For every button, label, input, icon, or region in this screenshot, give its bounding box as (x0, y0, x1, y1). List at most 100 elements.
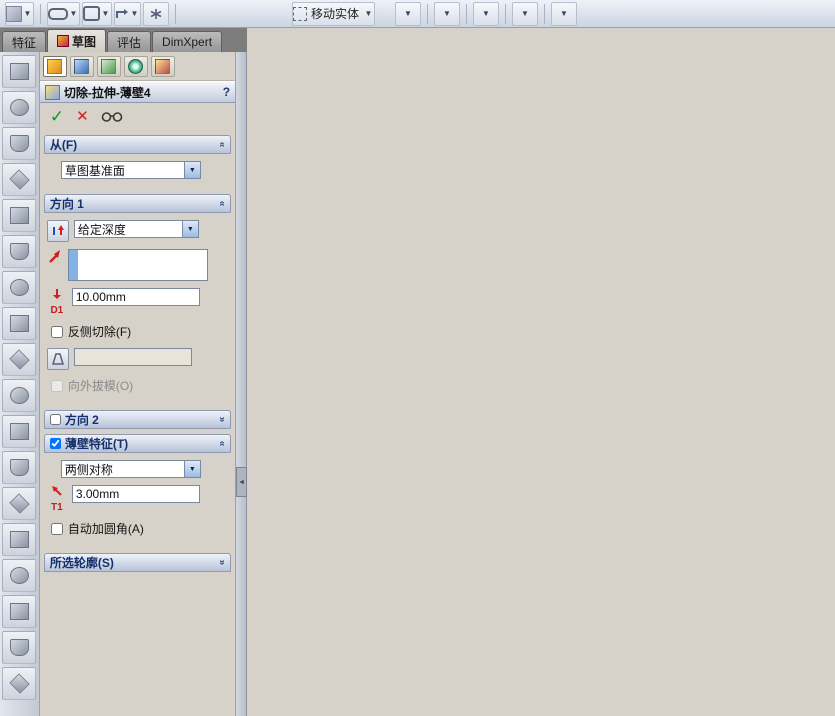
toolbar-separator (427, 3, 429, 24)
left-toolbar-button[interactable] (2, 199, 37, 232)
dropdown-button[interactable]: ▼ (551, 1, 578, 26)
expand-chevron-icon: « (216, 559, 228, 566)
combo-arrow[interactable]: ▼ (181, 221, 198, 237)
feature-icon (9, 603, 29, 620)
section-label: 方向 1 (49, 197, 84, 211)
slot-tool-button[interactable]: ▼ (47, 1, 80, 26)
flip-side-checkbox[interactable] (50, 325, 63, 338)
combo-arrow[interactable]: ▼ (183, 461, 200, 477)
left-toolbar-button[interactable] (2, 415, 37, 448)
thin-type-value: 两侧对称 (64, 462, 113, 477)
left-toolbar-button[interactable] (2, 55, 37, 88)
left-toolbar-button[interactable] (2, 667, 37, 700)
dropdown-button[interactable]: ▼ (434, 1, 461, 26)
pm-tab-displaymanager[interactable] (150, 55, 175, 77)
rectangle-tool-button[interactable]: ▼ (82, 1, 112, 26)
depth-input[interactable] (71, 288, 200, 306)
feature-icon (9, 279, 29, 296)
thickness-input[interactable] (71, 485, 200, 503)
feature-icon (9, 169, 30, 190)
end-condition-select[interactable]: 给定深度 ▼ (73, 220, 199, 238)
chevron-down-icon: ▼ (404, 9, 412, 18)
app-window: ▼ ▼ ▼ ▼ 移动实体 ▼ ▼ ▼ ▼ ▼ ▼ 特征 草图 评估 DimXpe… (0, 0, 835, 716)
depth-symbol: D1 (47, 288, 67, 316)
auto-fillet-checkbox[interactable] (50, 522, 63, 535)
pm-tab-dimxpertmanager[interactable] (123, 55, 148, 77)
tab-evaluate[interactable]: 评估 (107, 31, 152, 52)
section-thin-feature-body: 两侧对称 ▼ T1 3.00mm 自动加圆角(A) (44, 453, 231, 548)
selection-highlight (68, 250, 78, 280)
draft-angle-input (73, 348, 192, 366)
mirror-tool-button[interactable]: ▼ (114, 1, 141, 26)
left-toolbar-button[interactable] (2, 487, 37, 520)
help-button[interactable]: ? (223, 85, 230, 99)
slot-icon (48, 7, 68, 20)
tab-sketch[interactable]: 草图 (47, 29, 107, 52)
feature-icon (9, 315, 29, 332)
left-body: 切除-拉伸-薄壁4 ? ✓ ✕ 从(F) « 草图基准面 ▼ 方向 1 « 给定… (0, 52, 248, 716)
thickness-symbol: T1 (47, 485, 67, 513)
chevron-down-icon: ▼ (560, 9, 568, 18)
section-from-body: 草图基准面 ▼ (44, 154, 231, 189)
top-toolbar: ▼ ▼ ▼ ▼ 移动实体 ▼ ▼ ▼ ▼ ▼ ▼ (0, 0, 835, 28)
dropdown-button[interactable]: ▼ (512, 1, 539, 26)
pm-tab-configurationmanager[interactable] (96, 55, 121, 77)
section-thin-feature-header[interactable]: 薄壁特征(T) « (43, 434, 232, 453)
feature-icon (9, 135, 29, 152)
direction2-checkbox[interactable] (49, 414, 61, 425)
section-direction2-header[interactable]: 方向 2 « (43, 410, 232, 429)
dropdown-button[interactable]: ▼ (395, 1, 422, 26)
section-label: 从(F) (49, 138, 78, 152)
draft-button[interactable] (46, 348, 69, 370)
left-toolbar-button[interactable] (2, 523, 37, 556)
tab-dimxpert[interactable]: DimXpert (152, 31, 223, 52)
left-toolbar-button[interactable] (2, 235, 37, 268)
left-toolbar-button[interactable] (2, 127, 37, 160)
panel-collapse-handle[interactable]: ◄ (236, 467, 248, 497)
chevron-down-icon: ▼ (364, 9, 373, 18)
panel-splitter[interactable]: ◄ (236, 52, 248, 716)
reverse-direction-button[interactable] (46, 220, 69, 242)
toolbar-button[interactable]: ▼ (5, 1, 34, 26)
detailed-preview-button[interactable] (101, 111, 123, 123)
features-toolbar (0, 52, 40, 716)
section-from-header[interactable]: 从(F) « (43, 135, 232, 154)
depth-arrow-icon (52, 289, 61, 299)
cancel-button[interactable]: ✕ (76, 109, 89, 124)
left-toolbar-button[interactable] (2, 271, 37, 304)
combo-arrow[interactable]: ▼ (183, 162, 200, 178)
left-toolbar-button[interactable] (2, 595, 37, 628)
toolbar-separator (175, 3, 176, 24)
move-entities-button[interactable]: 移动实体 ▼ (292, 1, 376, 26)
direction-arrow-icon (48, 250, 60, 263)
point-tool-button[interactable] (143, 1, 169, 26)
main-area: 特征 草图 评估 DimXpert 切除-拉伸-薄壁4 ? ✓ ✕ 从(F) «… (0, 28, 835, 716)
cut-extrude-icon (44, 84, 60, 100)
left-toolbar-button[interactable] (2, 451, 37, 484)
dropdown-button[interactable]: ▼ (473, 1, 500, 26)
left-toolbar-button[interactable] (2, 559, 37, 592)
section-direction1-header[interactable]: 方向 1 « (43, 194, 232, 213)
start-condition-value: 草图基准面 (64, 163, 125, 178)
thin-feature-checkbox[interactable] (49, 438, 61, 449)
feature-icon (9, 567, 29, 584)
left-toolbar-button[interactable] (2, 343, 37, 376)
draft-outward-checkbox (50, 379, 63, 392)
direction-reference-selection[interactable] (67, 249, 208, 281)
left-toolbar-button[interactable] (2, 379, 37, 412)
pm-tab-propertymanager[interactable] (42, 55, 67, 77)
tab-label: 评估 (117, 35, 142, 50)
pm-tab-featuremanager[interactable] (69, 55, 94, 77)
left-toolbar-button[interactable] (2, 91, 37, 124)
left-toolbar-button[interactable] (2, 163, 37, 196)
section-selected-contours-header[interactable]: 所选轮廓(S) « (43, 553, 232, 572)
start-condition-select[interactable]: 草图基准面 ▼ (60, 161, 201, 179)
collapse-chevron-icon: « (216, 200, 228, 207)
feature-icon (9, 387, 29, 404)
left-toolbar-button[interactable] (2, 631, 37, 664)
end-condition-value: 给定深度 (77, 222, 126, 237)
thin-type-select[interactable]: 两侧对称 ▼ (60, 460, 201, 478)
left-toolbar-button[interactable] (2, 307, 37, 340)
tab-features[interactable]: 特征 (2, 31, 47, 52)
ok-button[interactable]: ✓ (50, 108, 64, 125)
